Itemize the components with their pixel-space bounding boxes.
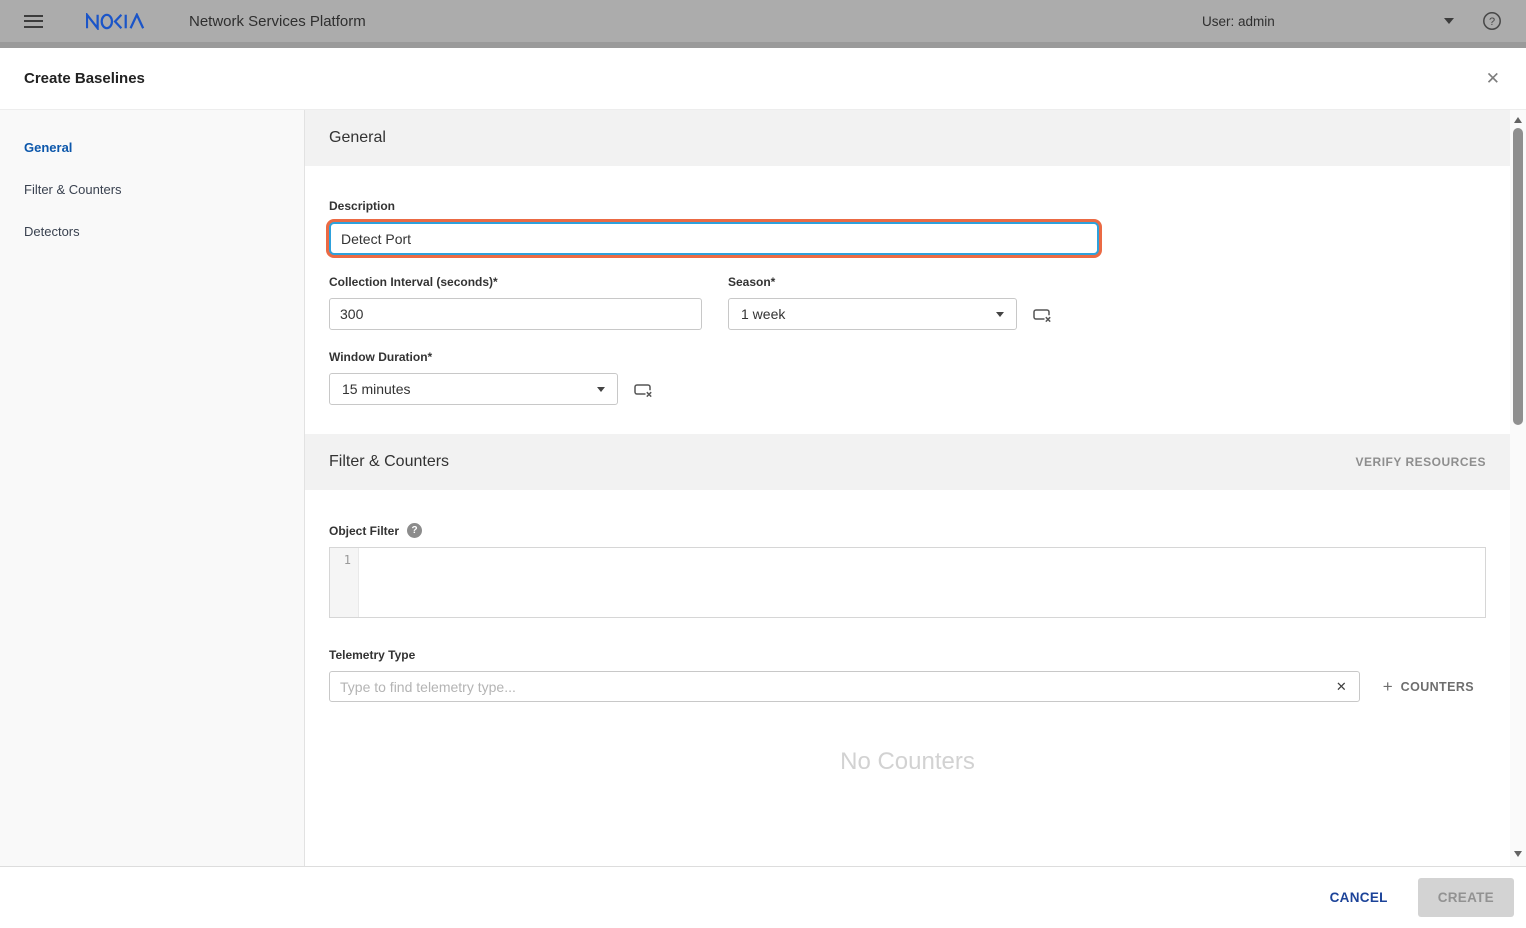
telemetry-type-field: Telemetry Type ✕ + COUNTERS <box>329 648 1486 702</box>
collection-interval-field: Collection Interval (seconds)* <box>329 275 702 330</box>
filter-counters-section-body: Object Filter ? 1 Telemetry Type ✕ <box>305 490 1510 805</box>
scrollbar-thumb[interactable] <box>1513 128 1523 425</box>
telemetry-type-label: Telemetry Type <box>329 648 1486 662</box>
scrollbar-down-arrow[interactable] <box>1514 851 1522 857</box>
verify-resources-button[interactable]: VERIFY RESOURCES <box>1356 455 1486 469</box>
window-duration-select[interactable]: 15 minutes <box>329 373 618 405</box>
general-section-header: General <box>305 110 1510 166</box>
object-filter-editor-input[interactable] <box>359 548 1485 617</box>
top-bar: Network Services Platform User: admin ? <box>0 0 1526 48</box>
sidebar-item-filter-counters[interactable]: Filter & Counters <box>0 169 304 211</box>
general-section-body: Description Collection Interval (seconds… <box>305 166 1510 434</box>
dialog-title: Create Baselines <box>24 70 145 87</box>
close-icon[interactable]: ✕ <box>1486 70 1500 87</box>
description-label: Description <box>329 199 1486 213</box>
editor-line-number: 1 <box>330 548 359 617</box>
season-label: Season* <box>728 275 1053 289</box>
add-counters-button[interactable]: + COUNTERS <box>1383 677 1486 697</box>
dialog-main-pane: General Description Collection Interval … <box>305 110 1526 866</box>
clear-field-icon[interactable] <box>1032 306 1053 323</box>
user-label: User: admin <box>1202 14 1275 29</box>
plus-icon: + <box>1383 677 1393 697</box>
clear-field-icon[interactable] <box>633 381 654 398</box>
telemetry-type-input[interactable] <box>329 671 1360 702</box>
window-duration-field: Window Duration* 15 minutes <box>329 350 654 405</box>
vertical-scrollbar <box>1510 110 1526 866</box>
no-counters-placeholder: No Counters <box>329 748 1486 776</box>
description-field: Description <box>329 199 1486 255</box>
hamburger-menu-icon[interactable] <box>24 15 43 28</box>
add-counters-label: COUNTERS <box>1401 680 1474 694</box>
filter-counters-section-header: Filter & Counters VERIFY RESOURCES <box>305 434 1510 490</box>
nokia-logo[interactable] <box>86 13 148 30</box>
dialog-header: Create Baselines ✕ <box>0 48 1526 110</box>
object-filter-help-icon[interactable]: ? <box>407 523 422 538</box>
filter-counters-section-title: Filter & Counters <box>329 453 449 471</box>
cancel-button[interactable]: CANCEL <box>1318 880 1400 915</box>
dialog-sidebar: General Filter & Counters Detectors <box>0 110 305 866</box>
window-duration-label: Window Duration* <box>329 350 654 364</box>
chevron-down-icon <box>996 312 1004 317</box>
season-select[interactable]: 1 week <box>728 298 1017 330</box>
help-icon[interactable]: ? <box>1482 11 1502 31</box>
collection-interval-label: Collection Interval (seconds)* <box>329 275 702 289</box>
nokia-logo-icon <box>86 13 148 30</box>
scrollbar-up-arrow[interactable] <box>1514 117 1522 123</box>
description-input[interactable] <box>329 222 1099 255</box>
object-filter-field: Object Filter ? 1 <box>329 523 1486 618</box>
user-menu[interactable]: User: admin <box>1202 14 1454 29</box>
general-section-title: General <box>329 129 386 147</box>
chevron-down-icon <box>1444 18 1454 24</box>
collection-interval-input[interactable] <box>329 298 702 330</box>
platform-title: Network Services Platform <box>189 13 366 30</box>
create-button[interactable]: CREATE <box>1418 878 1514 917</box>
clear-text-icon[interactable]: ✕ <box>1336 679 1347 695</box>
window-duration-selected-value: 15 minutes <box>342 381 410 397</box>
chevron-down-icon <box>597 387 605 392</box>
season-selected-value: 1 week <box>741 306 785 322</box>
sidebar-item-detectors[interactable]: Detectors <box>0 211 304 253</box>
season-field: Season* 1 week <box>728 275 1053 330</box>
dialog-footer: CANCEL CREATE <box>0 866 1526 928</box>
object-filter-label: Object Filter <box>329 524 399 538</box>
svg-text:?: ? <box>1489 16 1495 28</box>
sidebar-item-general[interactable]: General <box>0 127 304 169</box>
object-filter-editor: 1 <box>329 547 1486 618</box>
